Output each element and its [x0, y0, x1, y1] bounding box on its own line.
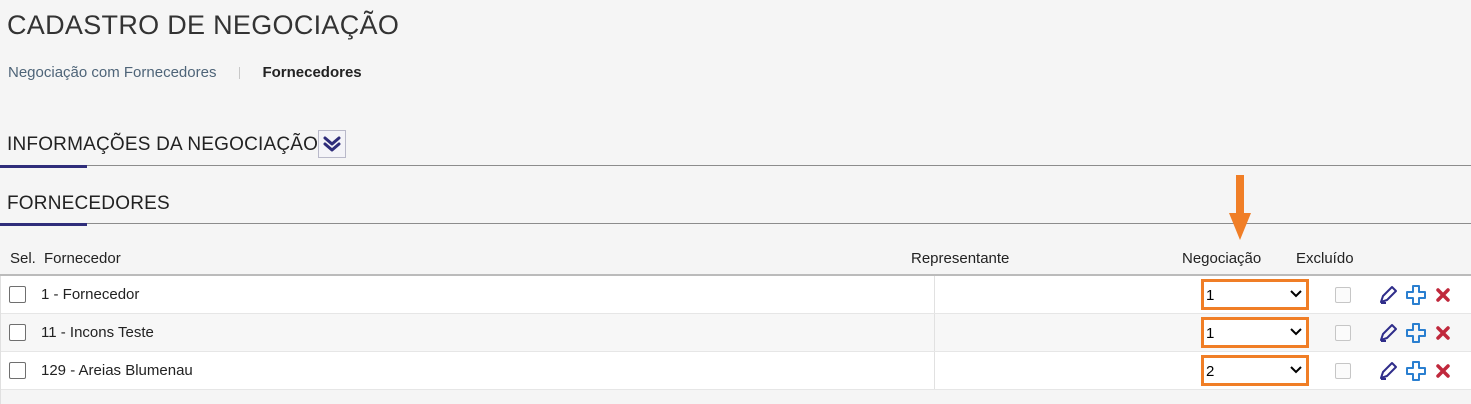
- table-row: 11 - Incons Teste 1: [1, 314, 1471, 352]
- table-row: 129 - Areias Blumenau 2: [1, 352, 1471, 390]
- negociacao-value: 2: [1206, 363, 1215, 380]
- section-divider-info: [0, 165, 1471, 166]
- table-row: 1 - Fornecedor 1: [1, 276, 1471, 314]
- supplier-name: 129 - Areias Blumenau: [41, 362, 193, 379]
- expand-section-button[interactable]: [318, 130, 346, 158]
- double-chevron-down-icon: [323, 136, 341, 152]
- chevron-down-icon: [1290, 366, 1302, 374]
- negociacao-value: 1: [1206, 287, 1215, 304]
- row-divider: [1, 389, 1471, 390]
- x-icon[interactable]: [1435, 363, 1451, 379]
- section-accent-suppliers: [0, 223, 87, 226]
- negociacao-select[interactable]: 1: [1201, 279, 1309, 310]
- breadcrumb: Negociação com Fornecedores Fornecedores: [8, 64, 362, 81]
- breadcrumb-separator: [239, 67, 241, 80]
- page-title: CADASTRO DE NEGOCIAÇÃO: [7, 10, 400, 40]
- pencil-icon[interactable]: [1378, 285, 1398, 305]
- chevron-down-icon: [1290, 290, 1302, 298]
- row-select-checkbox[interactable]: [9, 324, 26, 341]
- row-select-checkbox[interactable]: [9, 286, 26, 303]
- supplier-name: 11 - Incons Teste: [41, 324, 154, 341]
- section-accent-info: [0, 165, 87, 168]
- negociacao-select[interactable]: 1: [1201, 317, 1309, 348]
- column-divider: [934, 314, 935, 352]
- pencil-icon[interactable]: [1378, 323, 1398, 343]
- column-header-sel: Sel.: [10, 250, 36, 267]
- column-header-fornecedor[interactable]: Fornecedor: [44, 250, 121, 267]
- excluido-checkbox: [1335, 325, 1351, 341]
- chevron-down-icon: [1290, 328, 1302, 336]
- row-select-checkbox[interactable]: [9, 362, 26, 379]
- column-header-representante[interactable]: Representante: [911, 250, 1009, 267]
- pencil-icon[interactable]: [1378, 361, 1398, 381]
- column-header-negociacao[interactable]: Negociação: [1182, 250, 1261, 267]
- plus-icon[interactable]: [1406, 285, 1426, 305]
- section-title-suppliers: FORNECEDORES: [7, 193, 170, 214]
- arrow-down-icon: [1229, 175, 1251, 240]
- column-divider: [934, 352, 935, 390]
- excluido-checkbox: [1335, 287, 1351, 303]
- negociacao-select[interactable]: 2: [1201, 355, 1309, 386]
- column-divider: [934, 276, 935, 314]
- negociacao-value: 1: [1206, 325, 1215, 342]
- plus-icon[interactable]: [1406, 323, 1426, 343]
- x-icon[interactable]: [1435, 325, 1451, 341]
- excluido-checkbox: [1335, 363, 1351, 379]
- supplier-grid: 1 - Fornecedor 1 11 - Incons Teste 1 129…: [0, 276, 1471, 404]
- breadcrumb-current: Fornecedores: [262, 64, 362, 81]
- section-title-info: INFORMAÇÕES DA NEGOCIAÇÃO: [7, 134, 319, 155]
- x-icon[interactable]: [1435, 287, 1451, 303]
- column-header-excluido[interactable]: Excluído: [1296, 250, 1354, 267]
- supplier-name: 1 - Fornecedor: [41, 286, 140, 303]
- plus-icon[interactable]: [1406, 361, 1426, 381]
- breadcrumb-link-negociacao[interactable]: Negociação com Fornecedores: [8, 64, 216, 81]
